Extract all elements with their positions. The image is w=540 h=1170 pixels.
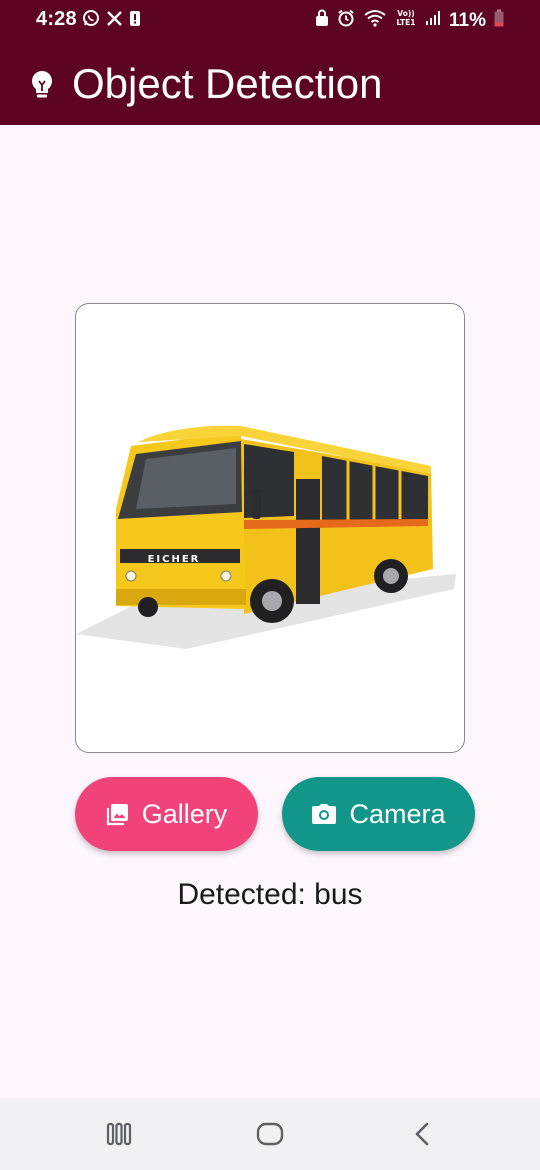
app-bar: Object Detection [0,42,540,125]
home-icon[interactable] [250,1118,290,1150]
svg-text:LTE1: LTE1 [397,18,416,27]
signal-icon [425,10,441,31]
status-left-icons [82,9,141,32]
lightbulb-icon [28,69,56,101]
camera-icon [311,803,337,825]
gallery-button-label: Gallery [141,798,228,829]
back-icon[interactable] [402,1118,442,1150]
whatsapp-icon [82,9,100,32]
bus-image: EICHER [76,425,456,649]
battery-percent: 11% [449,9,486,31]
alarm-icon [337,9,355,32]
top-bar: 4:28 Vo)) LTE1 11% Object Detection [0,0,540,125]
status-time: 4:28 [36,8,77,30]
detection-result: Detected: bus [177,878,363,911]
status-right-icons: Vo)) LTE1 11% [315,8,504,33]
gallery-button[interactable]: Gallery [75,777,258,851]
volte-icon: Vo)) LTE1 [395,8,417,33]
alert-icon [129,10,141,32]
camera-button[interactable]: Camera [282,777,475,851]
camera-button-label: Camera [349,798,446,829]
gallery-icon [106,802,130,826]
status-bar: 4:28 Vo)) LTE1 11% [0,0,540,42]
wifi-icon [363,9,387,32]
system-nav-bar [0,1098,540,1170]
svg-text:Vo)): Vo)) [397,9,414,18]
app-title: Object Detection [72,60,383,107]
svg-text:EICHER: EICHER [148,554,201,565]
recent-apps-icon[interactable] [99,1118,139,1150]
x-icon [106,10,123,32]
image-preview: EICHER [75,303,465,753]
screen: 4:28 Vo)) LTE1 11% Object Detection EICH… [0,0,540,1170]
lock-icon [315,9,329,32]
battery-icon [494,9,504,32]
